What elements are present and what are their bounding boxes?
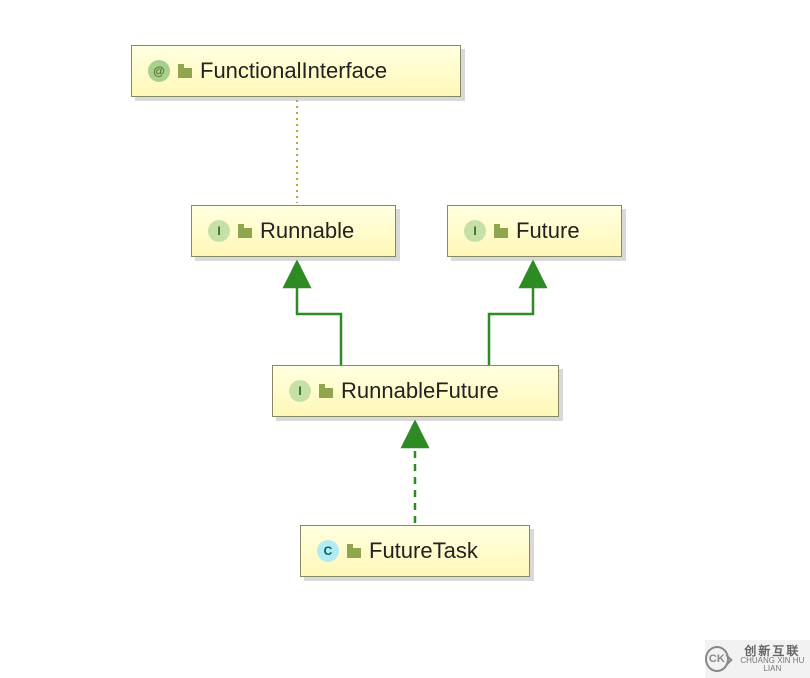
watermark-logo-icon: CK: [705, 646, 729, 672]
interface-icon: I: [464, 220, 486, 242]
edge-runnablefuture-runnable: [297, 262, 341, 365]
node-label: FunctionalInterface: [200, 58, 387, 84]
node-label: Future: [516, 218, 580, 244]
node-functionalinterface: @ FunctionalInterface: [131, 45, 461, 97]
watermark-logo-text: CK: [709, 653, 725, 665]
node-futuretask: C FutureTask: [300, 525, 530, 577]
interface-icon: I: [289, 380, 311, 402]
node-label: RunnableFuture: [341, 378, 499, 404]
node-runnablefuture: I RunnableFuture: [272, 365, 559, 417]
package-icon: [319, 384, 333, 398]
watermark-subtitle: CHUANG XIN HU LIAN: [740, 656, 804, 673]
annotation-icon: @: [148, 60, 170, 82]
package-icon: [238, 224, 252, 238]
package-icon: [347, 544, 361, 558]
watermark: CK 创新互联 CHUANG XIN HU LIAN: [705, 640, 810, 678]
interface-icon: I: [208, 220, 230, 242]
edge-runnablefuture-future: [489, 262, 533, 365]
class-icon: C: [317, 540, 339, 562]
package-icon: [494, 224, 508, 238]
package-icon: [178, 64, 192, 78]
node-label: Runnable: [260, 218, 354, 244]
watermark-text: 创新互联 CHUANG XIN HU LIAN: [735, 645, 810, 673]
node-runnable: I Runnable: [191, 205, 396, 257]
node-label: FutureTask: [369, 538, 478, 564]
node-future: I Future: [447, 205, 622, 257]
diagram-canvas: @ FunctionalInterface I Runnable I Futur…: [0, 0, 810, 678]
